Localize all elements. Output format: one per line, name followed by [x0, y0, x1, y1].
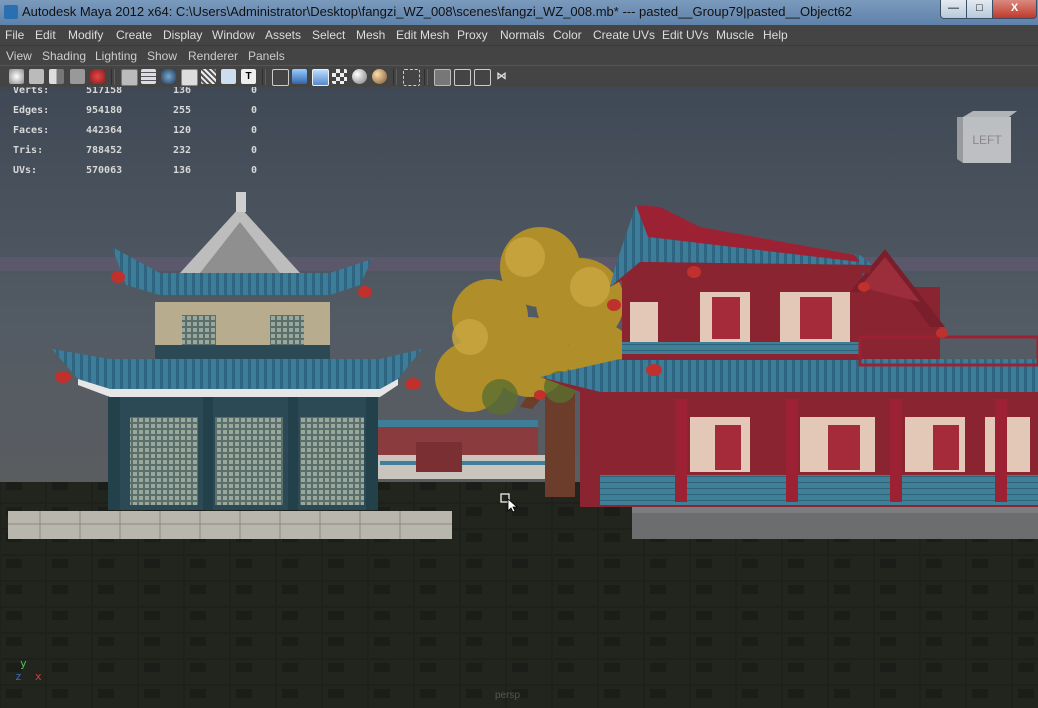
mouse-cursor-icon [500, 493, 519, 513]
isolate-select-icon[interactable] [403, 69, 420, 86]
toolbar-separator [111, 69, 115, 85]
hud-extra: 0 [251, 87, 258, 96]
hud-label: Verts: [13, 87, 50, 96]
menu-color[interactable]: Color [553, 28, 582, 42]
menu-display[interactable]: Display [163, 28, 202, 42]
xray-joints-icon[interactable]: ⋈ [494, 69, 509, 84]
window-titlebar: Autodesk Maya 2012 x64: C:\Users\Adminis… [0, 0, 1038, 25]
hud-label: Faces: [13, 125, 50, 136]
panel-menu-renderer[interactable]: Renderer [188, 49, 238, 63]
gate-mask-icon[interactable] [181, 69, 198, 86]
axis-z-label: z [15, 670, 22, 683]
hud-selected: 120 [173, 125, 192, 136]
camera-attributes-icon[interactable] [29, 69, 44, 84]
safe-action-icon[interactable] [221, 69, 236, 84]
window-title: Autodesk Maya 2012 x64: C:\Users\Adminis… [22, 4, 853, 19]
smooth-shade-icon[interactable] [292, 69, 307, 84]
hud-label: UVs: [13, 165, 38, 176]
menu-edit[interactable]: Edit [35, 28, 56, 42]
wireframe-icon[interactable] [272, 69, 289, 86]
panel-menu-show[interactable]: Show [147, 49, 177, 63]
hud-total: 954180 [86, 105, 123, 116]
hud-total: 788452 [86, 145, 123, 156]
xray-joints-icon[interactable] [474, 69, 491, 86]
panel-toolbar: T ⋈ [0, 65, 1038, 88]
menu-create[interactable]: Create [116, 28, 152, 42]
use-all-lights-icon[interactable] [352, 69, 367, 84]
menu-assets[interactable]: Assets [265, 28, 301, 42]
menu-help[interactable]: Help [763, 28, 788, 42]
hud-label: Edges: [13, 105, 50, 116]
camera-name-label: persp [495, 690, 521, 701]
hud-total: 570063 [86, 165, 123, 176]
panel-menu-lighting[interactable]: Lighting [95, 49, 137, 63]
hud-selected: 136 [173, 87, 192, 96]
menu-create-uvs[interactable]: Create UVs [593, 28, 655, 42]
close-button[interactable]: X [992, 0, 1037, 19]
shadows-icon[interactable] [372, 69, 387, 84]
hud-selected: 136 [173, 165, 192, 176]
menu-mesh[interactable]: Mesh [356, 28, 385, 42]
safe-title-icon[interactable]: T [241, 69, 256, 84]
grid-icon[interactable] [121, 69, 138, 86]
toolbar-separator [393, 69, 397, 85]
hud-extra: 0 [251, 145, 258, 156]
hud-extra: 0 [251, 105, 258, 116]
maximize-button[interactable]: □ [966, 0, 993, 19]
hud-total: 517158 [86, 87, 123, 96]
menu-window[interactable]: Window [212, 28, 255, 42]
hud-selected: 232 [173, 145, 192, 156]
menu-normals[interactable]: Normals [500, 28, 545, 42]
main-menubar: File Edit Modify Create Display Window A… [0, 25, 1038, 45]
textured-icon[interactable] [332, 69, 347, 84]
toolbar-separator [424, 69, 428, 85]
viewcube[interactable]: LEFT [957, 109, 1017, 165]
hud-total: 442364 [86, 125, 123, 136]
viewcube-icon: LEFT [957, 111, 1017, 163]
field-chart-icon[interactable] [201, 69, 216, 84]
hud-label: Tris: [13, 145, 44, 156]
axis-y-label: y [20, 657, 27, 670]
perspective-viewport[interactable]: Verts: 517158 136 0 Edges: 954180 255 0 … [0, 87, 1038, 708]
image-plane-icon[interactable] [70, 69, 85, 84]
wireframe-on-shaded-icon[interactable] [312, 69, 329, 86]
two-d-pan-zoom-icon[interactable] [90, 69, 105, 84]
xray-active-icon[interactable] [454, 69, 471, 86]
viewcube-label: LEFT [972, 133, 1002, 147]
menu-edit-mesh[interactable]: Edit Mesh [396, 28, 449, 42]
panel-menubar: View Shading Lighting Show Renderer Pane… [0, 45, 1038, 66]
panel-menu-view[interactable]: View [6, 49, 32, 63]
select-camera-icon[interactable] [9, 69, 24, 84]
menu-modify[interactable]: Modify [68, 28, 103, 42]
film-gate-icon[interactable] [141, 69, 156, 84]
menu-file[interactable]: File [5, 28, 24, 42]
toolbar-separator [262, 69, 266, 85]
minimize-button[interactable]: — [940, 0, 967, 19]
resolution-gate-icon[interactable] [161, 69, 176, 84]
axis-x-label: x [35, 670, 42, 683]
menu-select[interactable]: Select [312, 28, 345, 42]
hud-extra: 0 [251, 165, 258, 176]
xray-icon[interactable] [434, 69, 451, 86]
menu-muscle[interactable]: Muscle [716, 28, 754, 42]
menu-proxy[interactable]: Proxy [457, 28, 488, 42]
panel-menu-panels[interactable]: Panels [248, 49, 285, 63]
hud-selected: 255 [173, 105, 192, 116]
scene-render [0, 87, 1038, 708]
hud-extra: 0 [251, 125, 258, 136]
menu-edit-uvs[interactable]: Edit UVs [662, 28, 709, 42]
bookmark-icon[interactable] [49, 69, 64, 84]
maya-logo-icon [4, 5, 18, 19]
panel-menu-shading[interactable]: Shading [42, 49, 86, 63]
